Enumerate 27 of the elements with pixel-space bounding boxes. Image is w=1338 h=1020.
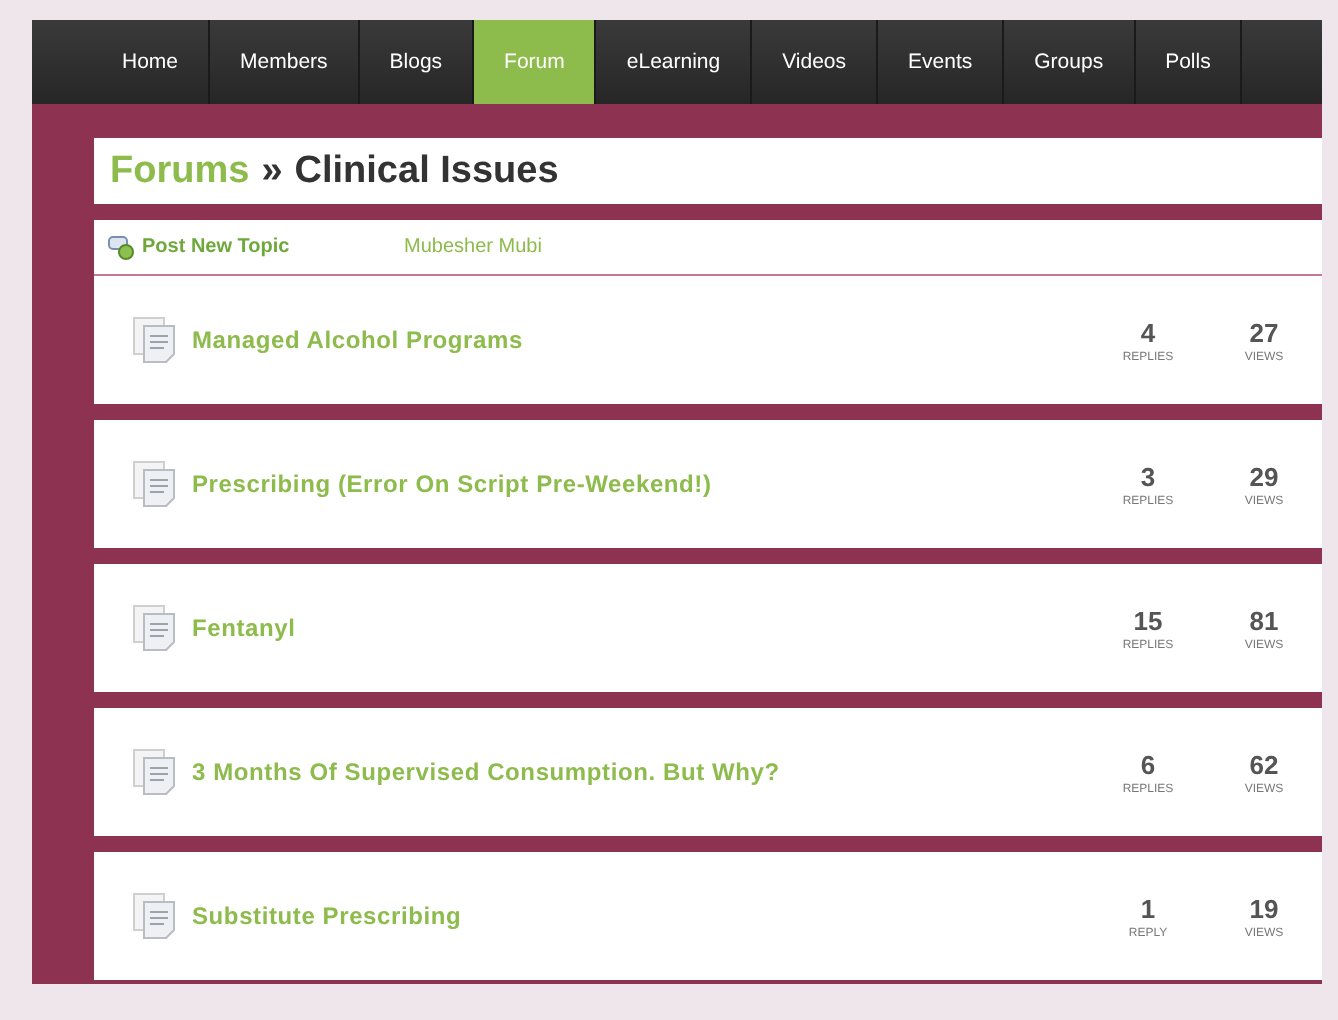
views-count: 81 [1249,605,1279,635]
replies-count: 4 [1140,317,1156,347]
topic-link[interactable]: Managed Alcohol Programs [192,326,1090,354]
topic-link[interactable]: Prescribing (Error On Script Pre-Weekend!) [192,470,1090,498]
views-count: 27 [1249,317,1279,347]
speech-bubbles-icon [108,235,136,259]
views-count: 19 [1249,893,1279,923]
topic-link[interactable]: 3 Months Of Supervised Consumption. But Why? [192,758,1090,786]
document-icon [132,460,180,508]
document-icon [132,316,180,364]
user-link[interactable]: Mubesher Mubi [404,236,542,258]
forums-link[interactable]: Forums [110,149,250,193]
document-icon [132,892,180,940]
views-count: 29 [1249,461,1279,491]
page-title: Clinical Issues [294,149,559,193]
replies-count: 15 [1133,605,1163,635]
topic-link[interactable]: Substitute Prescribing [192,902,1090,930]
replies-count: 3 [1140,461,1156,491]
document-icon [132,604,180,652]
document-icon [132,748,180,796]
replies-count: 1 [1140,893,1156,923]
topic-link[interactable]: Fentanyl [192,614,1090,642]
replies-count: 6 [1140,749,1156,779]
breadcrumb-separator: » [261,149,283,193]
views-count: 62 [1249,749,1279,779]
nav-tab[interactable]: Forum [474,20,597,104]
post-new-topic-link[interactable]: Post New Topic [108,235,404,259]
